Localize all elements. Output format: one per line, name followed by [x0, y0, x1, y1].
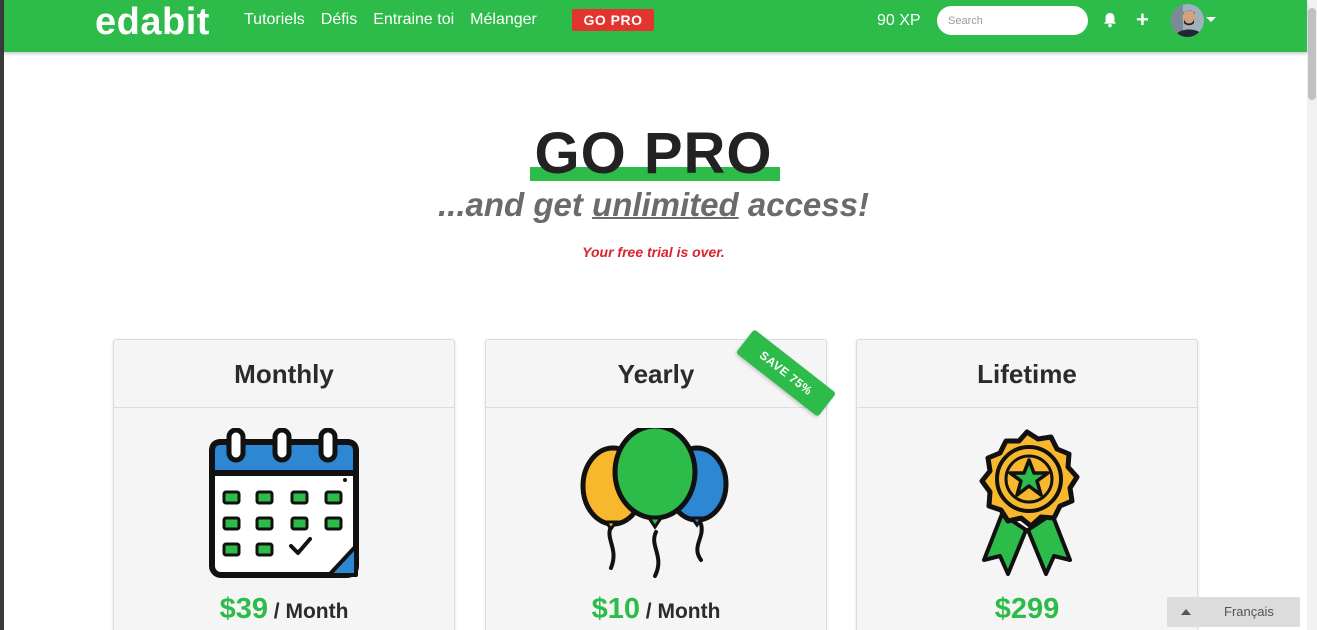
- scrollbar-track[interactable]: [1307, 0, 1317, 630]
- plus-icon[interactable]: +: [1136, 9, 1149, 31]
- calendar-icon: [207, 427, 361, 585]
- balloons-icon: [579, 423, 733, 585]
- nav-link-melanger[interactable]: Mélanger: [470, 11, 537, 29]
- subtitle-post: access!: [738, 186, 869, 223]
- nav-link-entraine-toi[interactable]: Entraine toi: [373, 11, 454, 29]
- plan-name: Lifetime: [857, 340, 1197, 408]
- ribbon-label: SAVE 75%: [735, 329, 837, 417]
- award-medal-icon: [950, 428, 1104, 585]
- navbar: edabit Tutoriels Défis Entraine toi Méla…: [4, 0, 1307, 52]
- plan-card-lifetime[interactable]: Lifetime $299: [856, 339, 1198, 630]
- nav-link-tutoriels[interactable]: Tutoriels: [244, 11, 305, 29]
- savings-ribbon: SAVE 75%: [734, 329, 838, 417]
- page-title: GO PRO: [534, 121, 773, 186]
- nav-link-defis[interactable]: Défis: [321, 11, 357, 29]
- price-amount: $299: [994, 593, 1060, 625]
- xp-counter: 90 XP: [877, 12, 921, 29]
- subtitle-pre: ...and get: [438, 186, 593, 223]
- price-period: / Month: [267, 600, 349, 623]
- window-left-edge: [0, 0, 4, 630]
- plan-card-monthly[interactable]: Monthly $39 / Month: [113, 339, 455, 630]
- price-amount: $39: [219, 593, 268, 625]
- page-subtitle: ...and get unlimited access!: [0, 186, 1307, 224]
- logo[interactable]: edabit: [95, 1, 210, 44]
- avatar[interactable]: [1171, 4, 1204, 37]
- search-input[interactable]: [937, 6, 1088, 35]
- language-selector[interactable]: Français: [1167, 597, 1300, 627]
- plan-name: Monthly: [114, 340, 454, 408]
- hero-title-row: GO PRO: [0, 120, 1307, 187]
- trial-notice: Your free trial is over.: [582, 244, 725, 260]
- nav-links: Tutoriels Défis Entraine toi Mélanger: [244, 11, 537, 29]
- plan-price: $299: [857, 593, 1197, 626]
- chevron-up-icon: [1181, 609, 1191, 615]
- plan-price: $10 / Month: [486, 593, 826, 626]
- scrollbar-thumb[interactable]: [1308, 8, 1316, 100]
- plan-price: $39 / Month: [114, 593, 454, 626]
- subtitle-emphasis: unlimited: [592, 186, 739, 223]
- language-label: Français: [1224, 604, 1274, 619]
- bell-icon[interactable]: [1103, 12, 1117, 33]
- price-period: / Month: [639, 600, 721, 623]
- price-amount: $10: [591, 593, 640, 625]
- go-pro-button[interactable]: GO PRO: [572, 9, 654, 31]
- chevron-down-icon[interactable]: [1206, 17, 1216, 22]
